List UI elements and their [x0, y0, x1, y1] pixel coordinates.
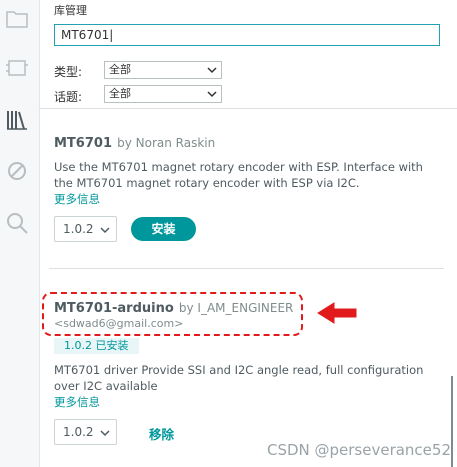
version-select[interactable]: 1.0.2	[54, 419, 117, 445]
library-name: MT6701	[54, 136, 112, 151]
search-icon[interactable]	[4, 210, 30, 236]
more-info-link[interactable]: 更多信息	[54, 394, 100, 410]
type-filter-select[interactable]: 全部	[104, 61, 222, 79]
library-description: Use the MT6701 magnet rotary encoder wit…	[54, 160, 423, 190]
search-input[interactable]: MT6701|	[54, 24, 440, 46]
chevron-down-icon	[207, 67, 217, 74]
topic-filter-label: 话题:	[54, 90, 83, 104]
folder-icon[interactable]	[4, 6, 30, 32]
install-button[interactable]: 安装	[131, 217, 196, 241]
version-select[interactable]: 1.0.2	[54, 216, 117, 242]
watermark: CSDN @perseverance52	[266, 441, 451, 459]
type-filter-label: 类型:	[54, 65, 83, 79]
library-icon[interactable]	[4, 107, 30, 133]
topic-filter-select[interactable]: 全部	[104, 85, 222, 103]
library-card-header: MT6701 by Noran Raskin	[54, 132, 215, 151]
library-manager-panel: 库管理 MT6701| 类型: 全部 话题: 全部 MT6701 by Nora…	[39, 0, 457, 467]
highlight-annotation	[42, 292, 303, 336]
more-info-link[interactable]: 更多信息	[54, 191, 100, 207]
board-icon[interactable]	[4, 55, 30, 81]
chevron-down-icon	[100, 227, 110, 234]
installed-badge: 1.0.2 已安装	[54, 338, 139, 354]
red-arrow-icon	[317, 302, 357, 324]
debug-icon[interactable]	[4, 158, 30, 184]
activity-bar	[0, 0, 40, 467]
chevron-down-icon	[100, 430, 110, 437]
chevron-down-icon	[207, 91, 217, 98]
remove-button[interactable]: 移除	[149, 424, 174, 443]
panel-title: 库管理	[54, 4, 87, 17]
scrollbar[interactable]	[451, 376, 453, 467]
divider	[39, 108, 457, 109]
library-description: MT6701 driver Provide SSI and I2C angle …	[54, 363, 424, 393]
divider	[49, 268, 444, 269]
library-author: by Noran Raskin	[117, 136, 216, 150]
